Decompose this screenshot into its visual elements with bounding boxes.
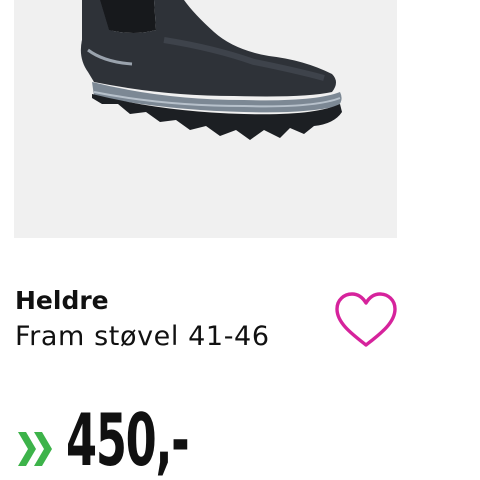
product-card[interactable]: Heldre Fram støvel 41-46 450,- xyxy=(0,0,480,480)
product-image[interactable] xyxy=(14,0,397,238)
product-brand: Heldre xyxy=(15,286,109,315)
product-price: 450,- xyxy=(66,398,190,480)
product-name[interactable]: Fram støvel 41-46 xyxy=(15,321,270,352)
favorite-button[interactable] xyxy=(332,290,400,350)
boot-image xyxy=(80,0,342,140)
double-chevron-right-icon xyxy=(18,432,52,466)
heart-outline-icon xyxy=(335,292,397,347)
price-row: 450,- xyxy=(14,400,314,480)
